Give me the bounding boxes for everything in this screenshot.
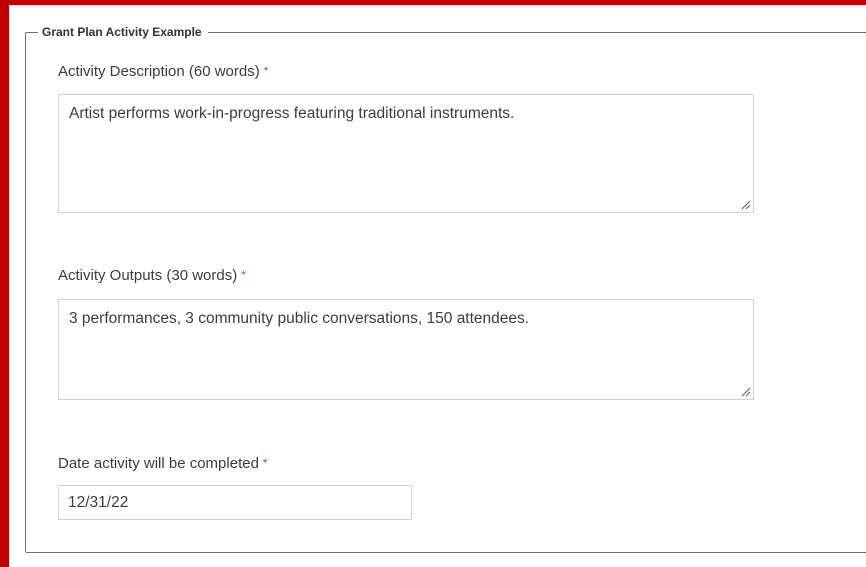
activity-outputs-label-text: Activity Outputs (30 words) [58, 267, 238, 284]
resize-grip-icon[interactable] [740, 386, 751, 397]
required-asterisk: * [262, 456, 268, 470]
required-asterisk: * [263, 64, 269, 78]
completion-date-value: 12/31/22 [68, 494, 129, 511]
required-asterisk: * [241, 268, 246, 282]
activity-outputs-textarea[interactable]: 3 performances, 3 community public conve… [58, 299, 754, 400]
completion-date-input[interactable]: 12/31/22 [58, 485, 412, 520]
completion-date-label: Date activity will be completed * [58, 455, 268, 473]
fieldset-legend: Grant Plan Activity Example [42, 25, 202, 39]
activity-outputs-label: Activity Outputs (30 words) * [58, 267, 246, 285]
activity-outputs-value: 3 performances, 3 community public conve… [69, 310, 530, 327]
activity-description-textarea[interactable]: Artist performs work-in-progress featuri… [58, 94, 754, 213]
activity-description-value: Artist performs work-in-progress featuri… [69, 105, 515, 122]
activity-description-label: Activity Description (60 words) * [58, 63, 268, 81]
resize-grip-icon[interactable] [740, 199, 751, 210]
activity-description-label-text: Activity Description (60 words) [58, 63, 260, 80]
completion-date-label-text: Date activity will be completed [58, 455, 259, 472]
